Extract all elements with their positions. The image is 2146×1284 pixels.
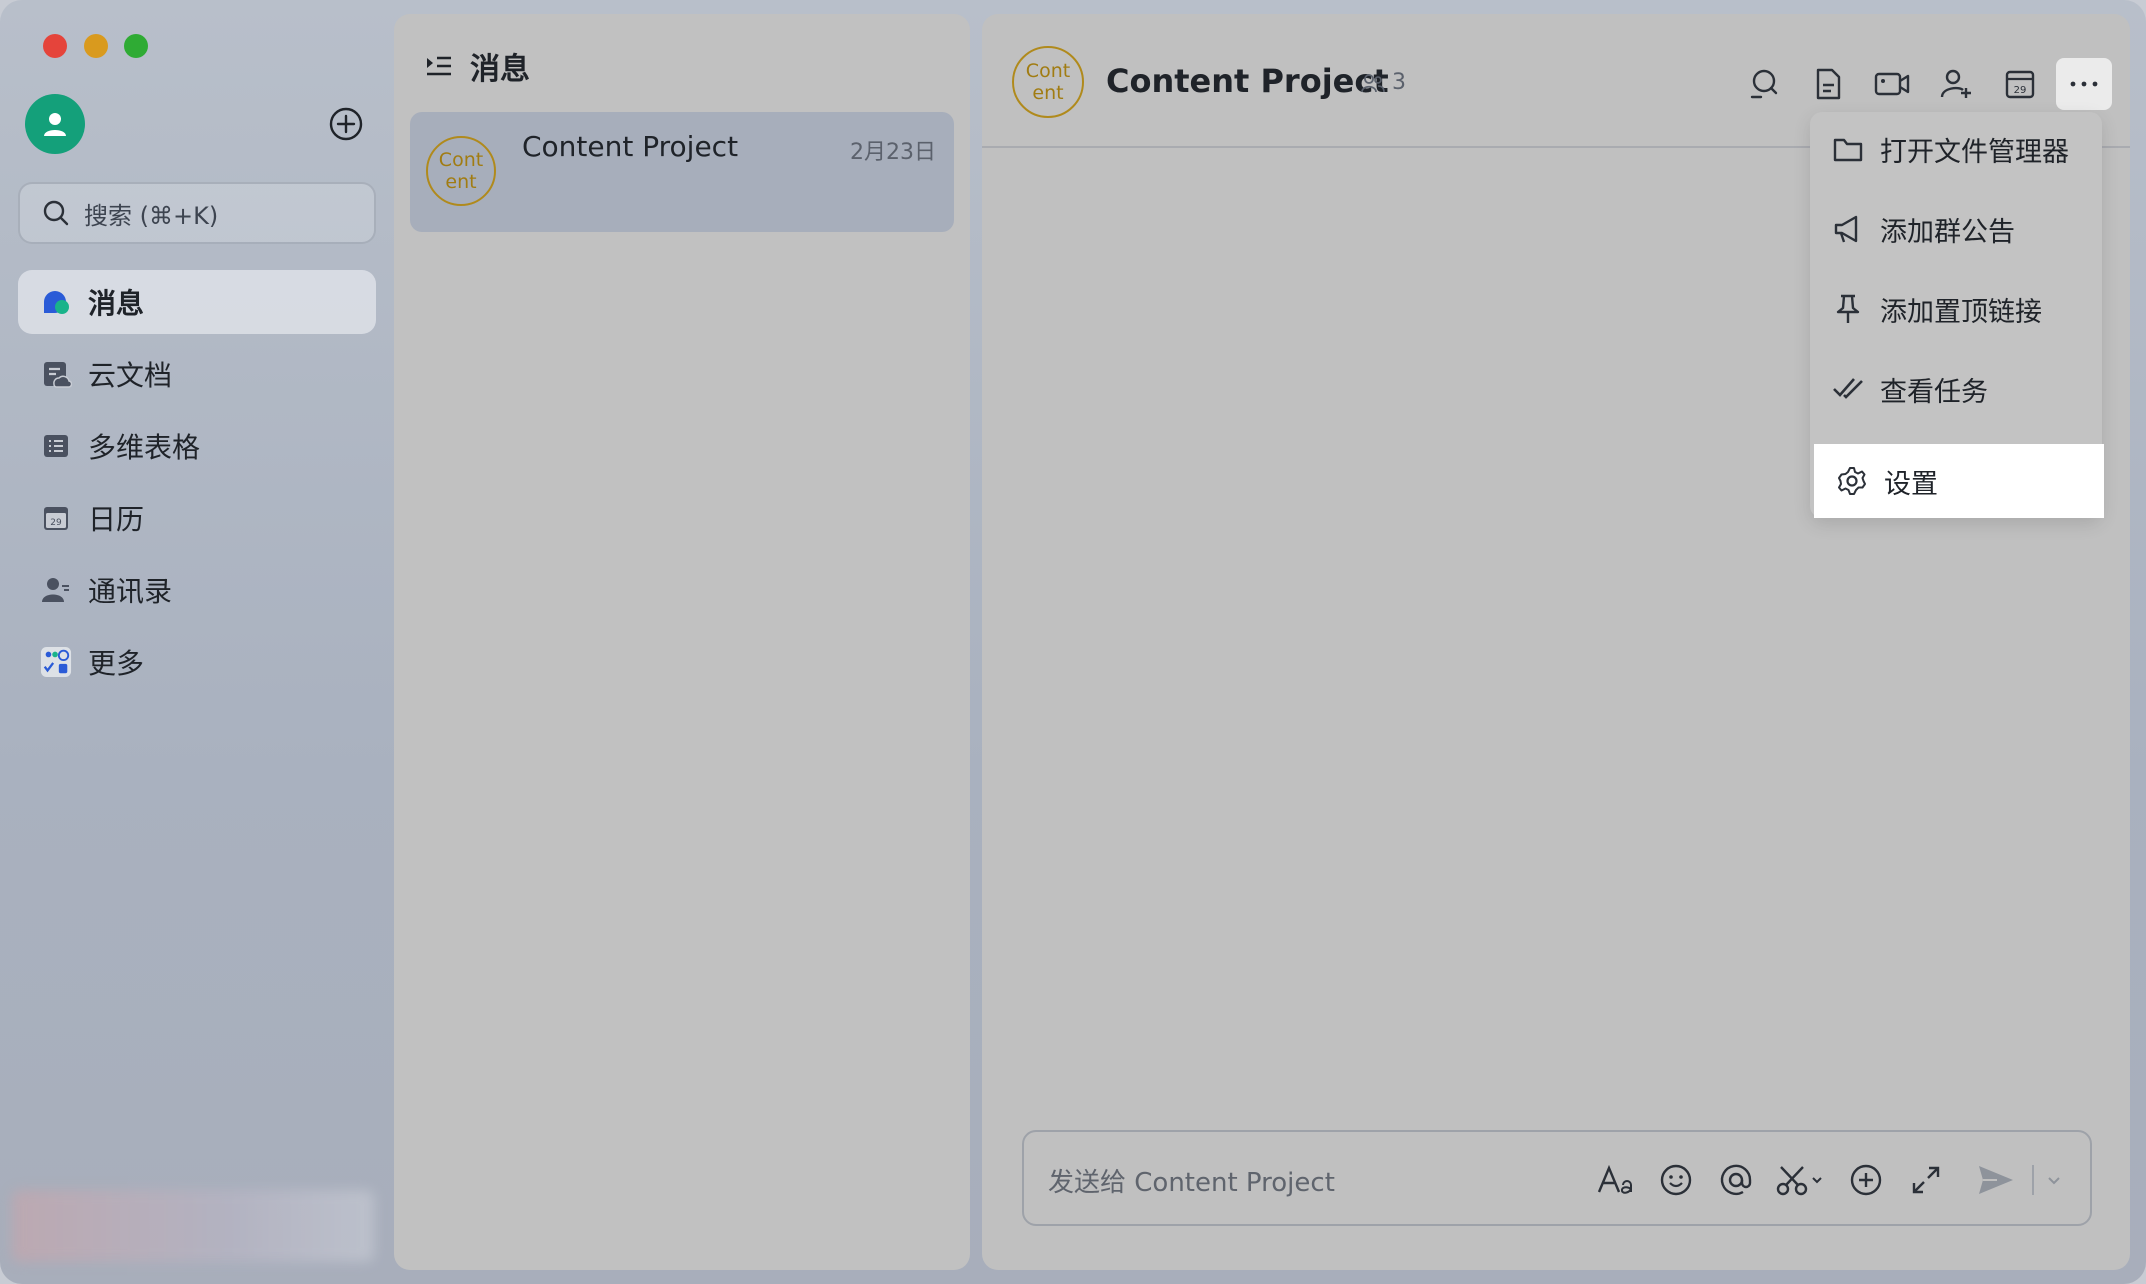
menu-item-label: 查看任务 [1880,376,1988,408]
conversation-date: 2月23日 [850,140,936,165]
text-format-icon [1597,1164,1632,1194]
menu-item-label: 添加群公告 [1880,216,2015,248]
at-mention-icon [1720,1164,1752,1196]
app-window: 搜索 (⌘+K) 消息 云文档 多维表格 29 日历 通讯录 更多 消息 Con… [0,0,2146,1284]
sidebar-item-label: 更多 [88,647,145,680]
menu-item-label: 打开文件管理器 [1880,136,2069,168]
send-button[interactable] [1974,1158,2018,1202]
send-divider [2032,1165,2034,1195]
zoom-window-button[interactable] [124,34,148,58]
sidebar-item-contacts[interactable]: 通讯录 [18,558,376,622]
search-chat-button[interactable] [1736,58,1792,110]
cloud-doc-icon [40,358,72,390]
sidebar-item-label: 消息 [88,287,145,320]
sidebar-item-calendar[interactable]: 29 日历 [18,486,376,550]
emoji-icon [1660,1164,1692,1196]
add-attachment-button[interactable] [1844,1158,1888,1202]
chat-title[interactable]: Content Project [1106,62,1389,100]
chat-docs-button[interactable] [1800,58,1856,110]
chat-header-toolbar: 29 [1728,58,2112,110]
more-options-button[interactable] [2056,58,2112,110]
send-options-button[interactable] [2042,1158,2066,1202]
menu-item-add-pinned-link[interactable]: 添加置顶链接 [1810,272,2102,346]
conversation-name: Content Project [522,130,739,163]
sidebar-item-label: 多维表格 [88,431,201,464]
apps-grid-icon [40,646,72,678]
sidebar-item-label: 云文档 [88,359,173,392]
minimize-window-button[interactable] [84,34,108,58]
text-format-button[interactable] [1594,1158,1638,1202]
list-title: 消息 [470,52,530,87]
expand-composer-button[interactable] [1904,1158,1948,1202]
add-member-button[interactable] [1928,58,1984,110]
message-composer[interactable]: 发送给 Content Project [1022,1130,2092,1226]
collapse-list-icon[interactable] [424,52,454,80]
sidebar-item-docs[interactable]: 云文档 [18,342,376,406]
search-placeholder: 搜索 (⌘+K) [84,201,219,230]
list-header: 消息 [424,44,530,88]
menu-item-view-tasks[interactable]: 查看任务 [1810,352,2102,426]
menu-item-settings[interactable]: 设置 [1814,444,2104,518]
blurred-profile-area [12,1190,374,1262]
doc-icon [1816,68,1841,100]
member-count[interactable]: 3 [1360,70,1406,95]
calendar-day-text: 29 [50,518,62,528]
emoji-button[interactable] [1654,1158,1698,1202]
send-icon [1979,1166,2013,1194]
folder-icon [1833,138,1863,162]
chat-group-avatar[interactable]: Cont ent [1012,46,1084,118]
screenshot-button[interactable] [1774,1158,1828,1202]
plus-circle-icon [329,107,363,141]
pin-icon [1836,294,1860,323]
chat-avatar-text: Cont ent [1025,60,1071,104]
sidebar-item-base[interactable]: 多维表格 [18,414,376,478]
group-avatar: Cont ent [426,136,496,206]
close-window-button[interactable] [43,34,67,58]
calendar-icon: 29 [2005,70,2035,99]
expand-icon [1912,1166,1940,1194]
gear-icon [1838,467,1866,495]
chat-calendar-button[interactable]: 29 [1992,58,2048,110]
conversation-list-panel: 消息 Cont ent Content Project 2月23日 [394,14,970,1270]
group-avatar-text: Cont ent [438,149,484,193]
calendar-icon: 29 [40,502,72,534]
video-call-button[interactable] [1864,58,1920,110]
menu-item-open-file-manager[interactable]: 打开文件管理器 [1810,112,2102,186]
message-bubble-icon [40,286,72,318]
search-input[interactable]: 搜索 (⌘+K) [18,182,376,244]
search-icon [43,200,69,226]
scissors-icon [1776,1166,1822,1196]
composer-placeholder: 发送给 Content Project [1048,1168,1335,1198]
megaphone-icon [1834,215,1858,243]
menu-item-label: 设置 [1884,468,1938,500]
members-icon [1361,73,1385,92]
add-member-icon [1940,69,1971,98]
search-icon [1750,69,1778,99]
task-check-icon [1833,378,1863,399]
video-icon [1874,72,1910,96]
create-new-button[interactable] [328,106,364,142]
more-options-menu: 打开文件管理器 添加群公告 添加置顶链接 查看任务 设置 [1810,112,2104,518]
chevron-down-icon [2048,1177,2060,1185]
sidebar-nav: 消息 云文档 多维表格 29 日历 通讯录 更多 [18,270,376,702]
sidebar-item-more[interactable]: 更多 [18,630,376,694]
user-avatar[interactable] [25,94,85,154]
mention-button[interactable] [1714,1158,1758,1202]
menu-item-label: 添加置顶链接 [1880,296,2042,328]
table-icon [40,430,72,462]
sidebar-item-messages[interactable]: 消息 [18,270,376,334]
calendar-day-text: 29 [2014,85,2027,96]
member-count-value: 3 [1392,70,1406,95]
conversation-item[interactable]: Cont ent Content Project 2月23日 [410,112,954,232]
plus-circle-icon [1850,1164,1882,1196]
more-icon [2070,81,2098,87]
user-icon [44,113,66,136]
sidebar-item-label: 通讯录 [88,575,173,608]
sidebar-item-label: 日历 [88,503,145,536]
contacts-icon [40,574,72,606]
menu-item-add-announcement[interactable]: 添加群公告 [1810,192,2102,266]
composer-toolbar [1578,1158,2066,1202]
